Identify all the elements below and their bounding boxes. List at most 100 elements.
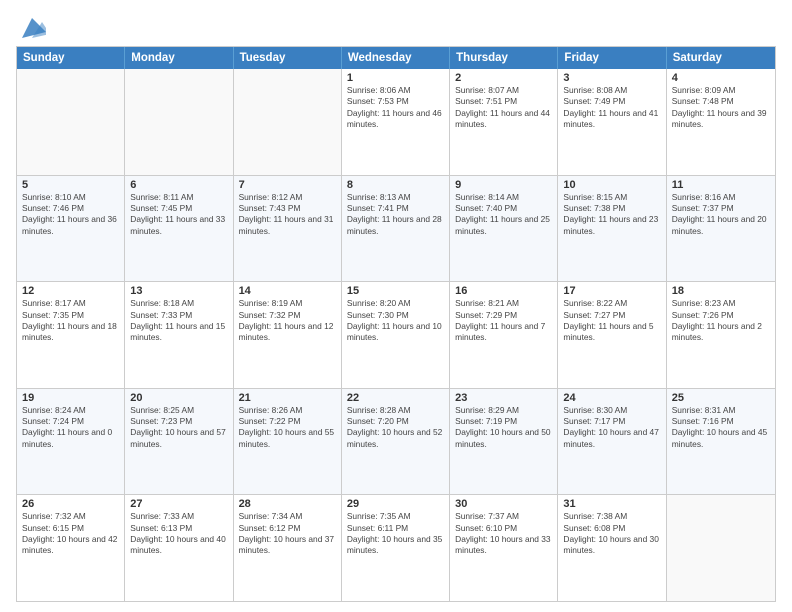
day-number: 11 (672, 179, 770, 191)
cal-cell-day-1: 1Sunrise: 8:06 AMSunset: 7:53 PMDaylight… (342, 69, 450, 175)
cal-row-5: 26Sunrise: 7:32 AMSunset: 6:15 PMDayligh… (17, 494, 775, 601)
day-number: 14 (239, 285, 336, 297)
day-info: Sunrise: 8:25 AMSunset: 7:23 PMDaylight:… (130, 405, 227, 450)
cal-cell-day-3: 3Sunrise: 8:08 AMSunset: 7:49 PMDaylight… (558, 69, 666, 175)
day-number: 31 (563, 498, 660, 510)
cal-row-3: 12Sunrise: 8:17 AMSunset: 7:35 PMDayligh… (17, 281, 775, 388)
day-info: Sunrise: 8:07 AMSunset: 7:51 PMDaylight:… (455, 85, 552, 130)
cal-cell-day-22: 22Sunrise: 8:28 AMSunset: 7:20 PMDayligh… (342, 389, 450, 495)
cal-cell-day-4: 4Sunrise: 8:09 AMSunset: 7:48 PMDaylight… (667, 69, 775, 175)
cal-cell-day-25: 25Sunrise: 8:31 AMSunset: 7:16 PMDayligh… (667, 389, 775, 495)
day-info: Sunrise: 8:31 AMSunset: 7:16 PMDaylight:… (672, 405, 770, 450)
day-number: 16 (455, 285, 552, 297)
day-info: Sunrise: 8:06 AMSunset: 7:53 PMDaylight:… (347, 85, 444, 130)
cal-cell-day-16: 16Sunrise: 8:21 AMSunset: 7:29 PMDayligh… (450, 282, 558, 388)
header (16, 10, 776, 42)
day-info: Sunrise: 8:21 AMSunset: 7:29 PMDaylight:… (455, 298, 552, 343)
cal-cell-day-28: 28Sunrise: 7:34 AMSunset: 6:12 PMDayligh… (234, 495, 342, 601)
cal-row-2: 5Sunrise: 8:10 AMSunset: 7:46 PMDaylight… (17, 175, 775, 282)
day-number: 2 (455, 72, 552, 84)
day-number: 4 (672, 72, 770, 84)
day-number: 19 (22, 392, 119, 404)
day-number: 27 (130, 498, 227, 510)
cal-cell-day-29: 29Sunrise: 7:35 AMSunset: 6:11 PMDayligh… (342, 495, 450, 601)
day-info: Sunrise: 8:08 AMSunset: 7:49 PMDaylight:… (563, 85, 660, 130)
day-number: 22 (347, 392, 444, 404)
cal-cell-day-9: 9Sunrise: 8:14 AMSunset: 7:40 PMDaylight… (450, 176, 558, 282)
day-info: Sunrise: 8:10 AMSunset: 7:46 PMDaylight:… (22, 192, 119, 237)
day-number: 3 (563, 72, 660, 84)
day-number: 20 (130, 392, 227, 404)
day-info: Sunrise: 8:12 AMSunset: 7:43 PMDaylight:… (239, 192, 336, 237)
cal-cell-day-26: 26Sunrise: 7:32 AMSunset: 6:15 PMDayligh… (17, 495, 125, 601)
calendar: SundayMondayTuesdayWednesdayThursdayFrid… (16, 46, 776, 602)
day-number: 24 (563, 392, 660, 404)
day-info: Sunrise: 8:18 AMSunset: 7:33 PMDaylight:… (130, 298, 227, 343)
day-info: Sunrise: 8:17 AMSunset: 7:35 PMDaylight:… (22, 298, 119, 343)
day-info: Sunrise: 8:29 AMSunset: 7:19 PMDaylight:… (455, 405, 552, 450)
cal-cell-day-10: 10Sunrise: 8:15 AMSunset: 7:38 PMDayligh… (558, 176, 666, 282)
cal-cell-empty (125, 69, 233, 175)
logo (16, 14, 46, 42)
cal-cell-day-13: 13Sunrise: 8:18 AMSunset: 7:33 PMDayligh… (125, 282, 233, 388)
day-info: Sunrise: 8:20 AMSunset: 7:30 PMDaylight:… (347, 298, 444, 343)
cal-cell-day-14: 14Sunrise: 8:19 AMSunset: 7:32 PMDayligh… (234, 282, 342, 388)
cal-cell-day-12: 12Sunrise: 8:17 AMSunset: 7:35 PMDayligh… (17, 282, 125, 388)
day-info: Sunrise: 8:22 AMSunset: 7:27 PMDaylight:… (563, 298, 660, 343)
day-info: Sunrise: 8:30 AMSunset: 7:17 PMDaylight:… (563, 405, 660, 450)
day-number: 25 (672, 392, 770, 404)
day-number: 12 (22, 285, 119, 297)
day-number: 18 (672, 285, 770, 297)
logo-icon (18, 14, 46, 42)
calendar-body: 1Sunrise: 8:06 AMSunset: 7:53 PMDaylight… (17, 69, 775, 601)
day-number: 17 (563, 285, 660, 297)
day-number: 28 (239, 498, 336, 510)
cal-cell-empty (667, 495, 775, 601)
cal-cell-day-2: 2Sunrise: 8:07 AMSunset: 7:51 PMDaylight… (450, 69, 558, 175)
cal-cell-day-19: 19Sunrise: 8:24 AMSunset: 7:24 PMDayligh… (17, 389, 125, 495)
header-day-thursday: Thursday (450, 47, 558, 69)
cal-cell-day-6: 6Sunrise: 8:11 AMSunset: 7:45 PMDaylight… (125, 176, 233, 282)
day-number: 6 (130, 179, 227, 191)
day-info: Sunrise: 8:14 AMSunset: 7:40 PMDaylight:… (455, 192, 552, 237)
day-info: Sunrise: 8:11 AMSunset: 7:45 PMDaylight:… (130, 192, 227, 237)
cal-cell-day-8: 8Sunrise: 8:13 AMSunset: 7:41 PMDaylight… (342, 176, 450, 282)
cal-cell-day-11: 11Sunrise: 8:16 AMSunset: 7:37 PMDayligh… (667, 176, 775, 282)
header-day-saturday: Saturday (667, 47, 775, 69)
cal-cell-day-24: 24Sunrise: 8:30 AMSunset: 7:17 PMDayligh… (558, 389, 666, 495)
cal-cell-day-21: 21Sunrise: 8:26 AMSunset: 7:22 PMDayligh… (234, 389, 342, 495)
day-info: Sunrise: 8:24 AMSunset: 7:24 PMDaylight:… (22, 405, 119, 450)
day-number: 8 (347, 179, 444, 191)
day-info: Sunrise: 7:38 AMSunset: 6:08 PMDaylight:… (563, 511, 660, 556)
header-day-monday: Monday (125, 47, 233, 69)
cal-row-1: 1Sunrise: 8:06 AMSunset: 7:53 PMDaylight… (17, 69, 775, 175)
day-number: 5 (22, 179, 119, 191)
cal-cell-day-15: 15Sunrise: 8:20 AMSunset: 7:30 PMDayligh… (342, 282, 450, 388)
cal-cell-day-18: 18Sunrise: 8:23 AMSunset: 7:26 PMDayligh… (667, 282, 775, 388)
cal-cell-day-31: 31Sunrise: 7:38 AMSunset: 6:08 PMDayligh… (558, 495, 666, 601)
day-number: 21 (239, 392, 336, 404)
cal-cell-day-27: 27Sunrise: 7:33 AMSunset: 6:13 PMDayligh… (125, 495, 233, 601)
header-day-tuesday: Tuesday (234, 47, 342, 69)
cal-cell-day-17: 17Sunrise: 8:22 AMSunset: 7:27 PMDayligh… (558, 282, 666, 388)
day-number: 10 (563, 179, 660, 191)
header-day-sunday: Sunday (17, 47, 125, 69)
day-number: 7 (239, 179, 336, 191)
cal-cell-day-23: 23Sunrise: 8:29 AMSunset: 7:19 PMDayligh… (450, 389, 558, 495)
day-number: 13 (130, 285, 227, 297)
calendar-header: SundayMondayTuesdayWednesdayThursdayFrid… (17, 47, 775, 69)
day-number: 26 (22, 498, 119, 510)
day-info: Sunrise: 8:19 AMSunset: 7:32 PMDaylight:… (239, 298, 336, 343)
cal-cell-day-20: 20Sunrise: 8:25 AMSunset: 7:23 PMDayligh… (125, 389, 233, 495)
day-info: Sunrise: 8:13 AMSunset: 7:41 PMDaylight:… (347, 192, 444, 237)
day-number: 23 (455, 392, 552, 404)
header-day-wednesday: Wednesday (342, 47, 450, 69)
day-info: Sunrise: 7:34 AMSunset: 6:12 PMDaylight:… (239, 511, 336, 556)
day-info: Sunrise: 7:32 AMSunset: 6:15 PMDaylight:… (22, 511, 119, 556)
cal-cell-day-7: 7Sunrise: 8:12 AMSunset: 7:43 PMDaylight… (234, 176, 342, 282)
day-info: Sunrise: 8:26 AMSunset: 7:22 PMDaylight:… (239, 405, 336, 450)
day-info: Sunrise: 8:09 AMSunset: 7:48 PMDaylight:… (672, 85, 770, 130)
day-number: 1 (347, 72, 444, 84)
day-number: 9 (455, 179, 552, 191)
page: SundayMondayTuesdayWednesdayThursdayFrid… (0, 0, 792, 612)
